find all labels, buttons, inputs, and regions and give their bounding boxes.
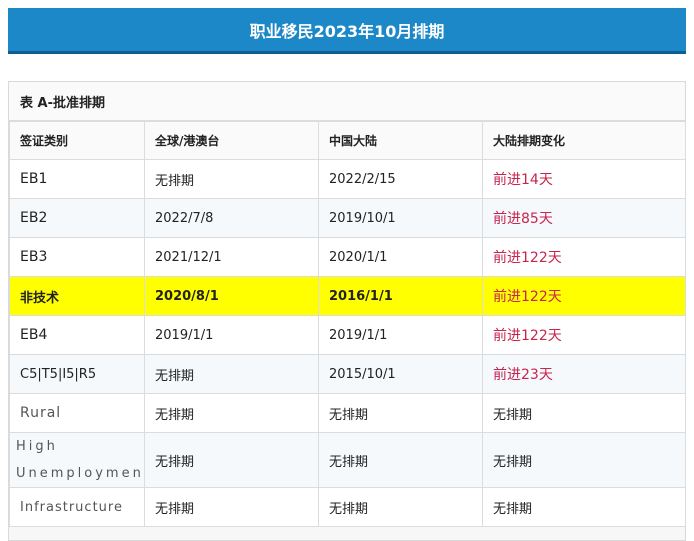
- change-cell: 前进122天: [482, 315, 686, 355]
- table-row: C5|T5|I5|R5 无排期 2015/10/1 前进23天: [9, 354, 686, 394]
- china-cell: 2019/1/1: [318, 315, 483, 355]
- china-cell: 无排期: [318, 393, 483, 433]
- global-cell: 无排期: [144, 159, 319, 199]
- change-cell: 前进122天: [482, 237, 686, 277]
- global-cell: 无排期: [144, 432, 319, 488]
- table-row: EB4 2019/1/1 2019/1/1 前进122天: [9, 315, 686, 355]
- header-cell-change: 大陆排期变化: [482, 121, 686, 160]
- page-title: 职业移民2023年10月排期: [249, 21, 445, 41]
- header-cell-global: 全球/港澳台: [144, 121, 319, 160]
- change-cell: 无排期: [482, 432, 686, 488]
- china-cell: 2022/2/15: [318, 159, 483, 199]
- table-row: EB3 2021/12/1 2020/1/1 前进122天: [9, 237, 686, 277]
- table-row: Infrastructure 无排期 无排期 无排期: [9, 487, 686, 527]
- category-cell: EB1: [9, 159, 145, 199]
- page-title-banner: 职业移民2023年10月排期: [8, 8, 686, 54]
- header-cell-china: 中国大陆: [318, 121, 483, 160]
- change-cell: 无排期: [482, 393, 686, 433]
- china-cell: 无排期: [318, 432, 483, 488]
- change-cell: 前进23天: [482, 354, 686, 394]
- category-cell: Rural: [9, 393, 145, 433]
- global-cell: 2020/8/1: [144, 276, 319, 316]
- visa-bulletin-table-container: 表 A-批准排期 签证类别 全球/港澳台 中国大陆 大陆排期变化 EB1 无排期…: [8, 81, 686, 541]
- china-cell: 2016/1/1: [318, 276, 483, 316]
- change-cell: 前进85天: [482, 198, 686, 238]
- global-cell: 2022/7/8: [144, 198, 319, 238]
- table-caption: 表 A-批准排期: [9, 82, 685, 121]
- category-cell: C5|T5|I5|R5: [9, 354, 145, 394]
- china-cell: 2019/10/1: [318, 198, 483, 238]
- category-cell: High Unemployment: [9, 432, 145, 488]
- global-cell: 2019/1/1: [144, 315, 319, 355]
- global-cell: 无排期: [144, 487, 319, 527]
- china-cell: 2020/1/1: [318, 237, 483, 277]
- table-header-row: 签证类别 全球/港澳台 中国大陆 大陆排期变化: [9, 121, 686, 160]
- global-cell: 2021/12/1: [144, 237, 319, 277]
- china-cell: 2015/10/1: [318, 354, 483, 394]
- global-cell: 无排期: [144, 393, 319, 433]
- global-cell: 无排期: [144, 354, 319, 394]
- table-row-highlighted: 非技术 2020/8/1 2016/1/1 前进122天: [9, 276, 686, 316]
- header-cell-category: 签证类别: [9, 121, 145, 160]
- visa-bulletin-table: 签证类别 全球/港澳台 中国大陆 大陆排期变化 EB1 无排期 2022/2/1…: [9, 121, 686, 527]
- china-cell: 无排期: [318, 487, 483, 527]
- category-cell: Infrastructure: [9, 487, 145, 527]
- category-cell: EB3: [9, 237, 145, 277]
- change-cell: 前进122天: [482, 276, 686, 316]
- table-row: EB1 无排期 2022/2/15 前进14天: [9, 159, 686, 199]
- table-row: Rural 无排期 无排期 无排期: [9, 393, 686, 433]
- change-cell: 前进14天: [482, 159, 686, 199]
- category-cell: EB4: [9, 315, 145, 355]
- category-cell: EB2: [9, 198, 145, 238]
- category-cell: 非技术: [9, 276, 145, 316]
- table-row: EB2 2022/7/8 2019/10/1 前进85天: [9, 198, 686, 238]
- table-row: High Unemployment 无排期 无排期 无排期: [9, 432, 686, 488]
- change-cell: 无排期: [482, 487, 686, 527]
